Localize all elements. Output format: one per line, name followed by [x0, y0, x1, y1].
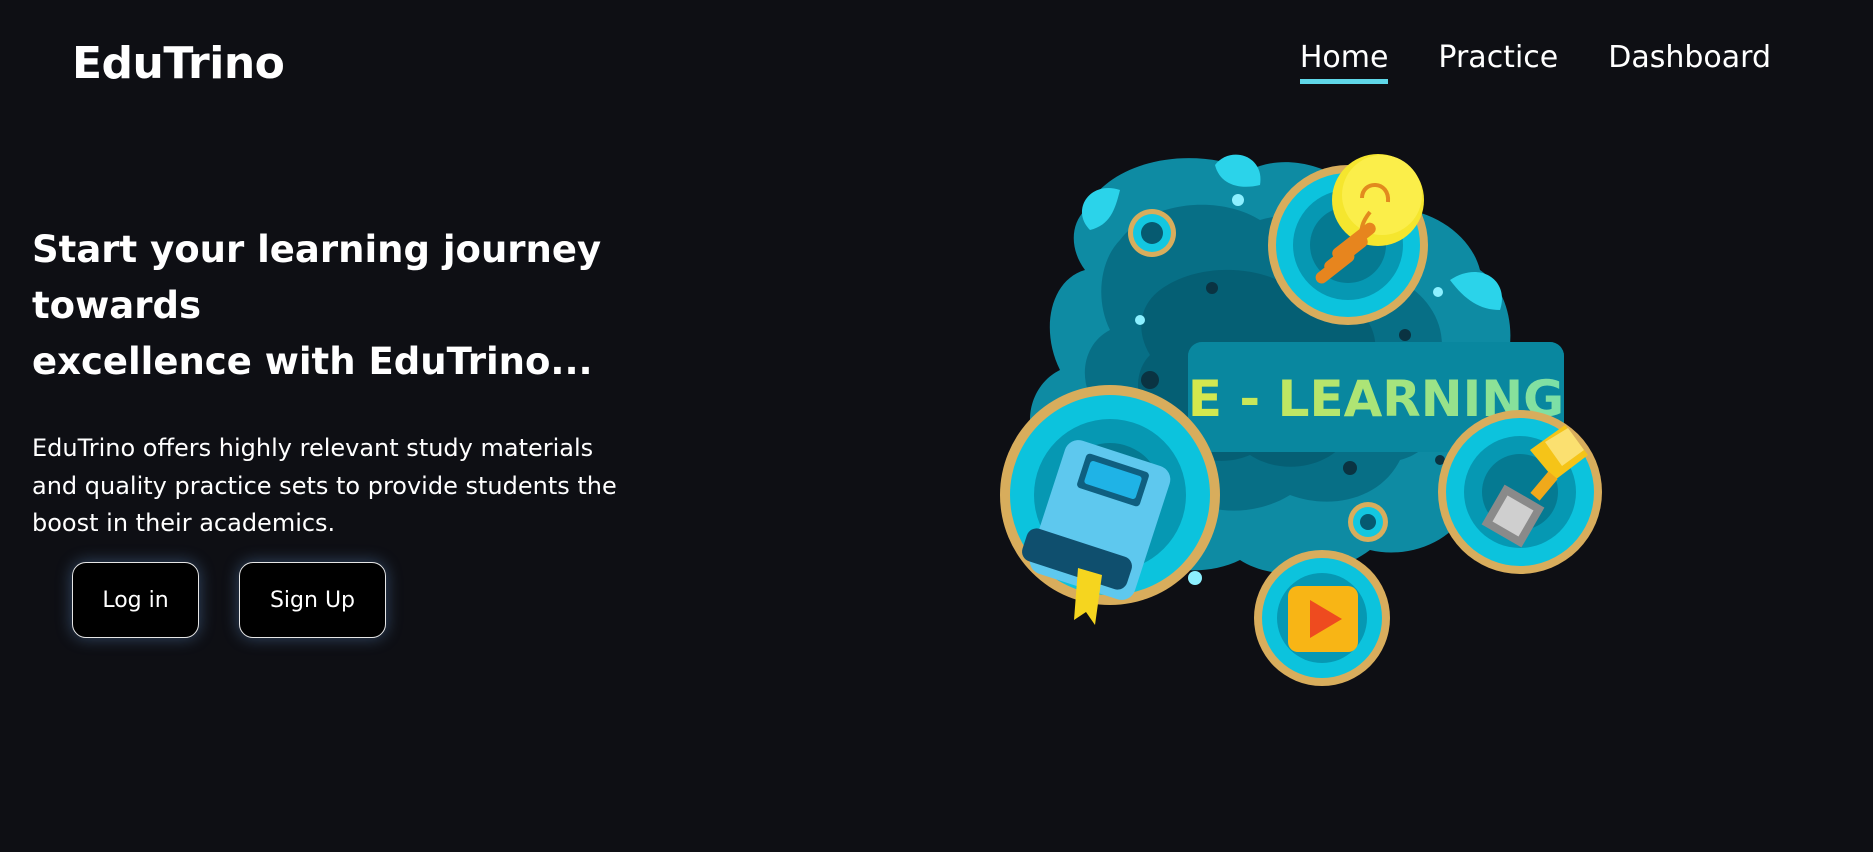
nav-item-home[interactable]: Home — [1299, 40, 1389, 84]
hero-description: EduTrino offers highly relevant study ma… — [32, 430, 652, 543]
nav-item-dashboard[interactable]: Dashboard — [1608, 40, 1771, 84]
book-icon — [1000, 385, 1220, 625]
hero-description-line-1: EduTrino offers highly relevant study ma… — [32, 434, 594, 462]
play-icon — [1254, 550, 1390, 686]
nav-item-practice[interactable]: Practice — [1438, 40, 1558, 84]
e-learning-illustration: E - LEARNING — [1000, 154, 1602, 686]
main-nav: Home Practice Dashboard — [1299, 40, 1771, 84]
login-button[interactable]: Log in — [72, 562, 199, 638]
landing-page: EduTrino Home Practice Dashboard Start y… — [0, 0, 1873, 852]
hero-description-line-3: boost in their academics. — [32, 509, 336, 537]
hero-headline-line-2: excellence with EduTrino... — [32, 340, 593, 383]
signup-button[interactable]: Sign Up — [239, 562, 386, 638]
trophy-icon — [1438, 410, 1602, 574]
hero-section: Start your learning journey towards exce… — [32, 222, 752, 543]
hero-headline: Start your learning journey towards exce… — [32, 222, 752, 390]
hero-actions: Log in Sign Up — [72, 562, 386, 638]
brand-logo[interactable]: EduTrino — [72, 38, 285, 89]
hero-description-line-2: and quality practice sets to provide stu… — [32, 471, 617, 500]
hero-headline-line-1: Start your learning journey towards — [32, 228, 602, 327]
